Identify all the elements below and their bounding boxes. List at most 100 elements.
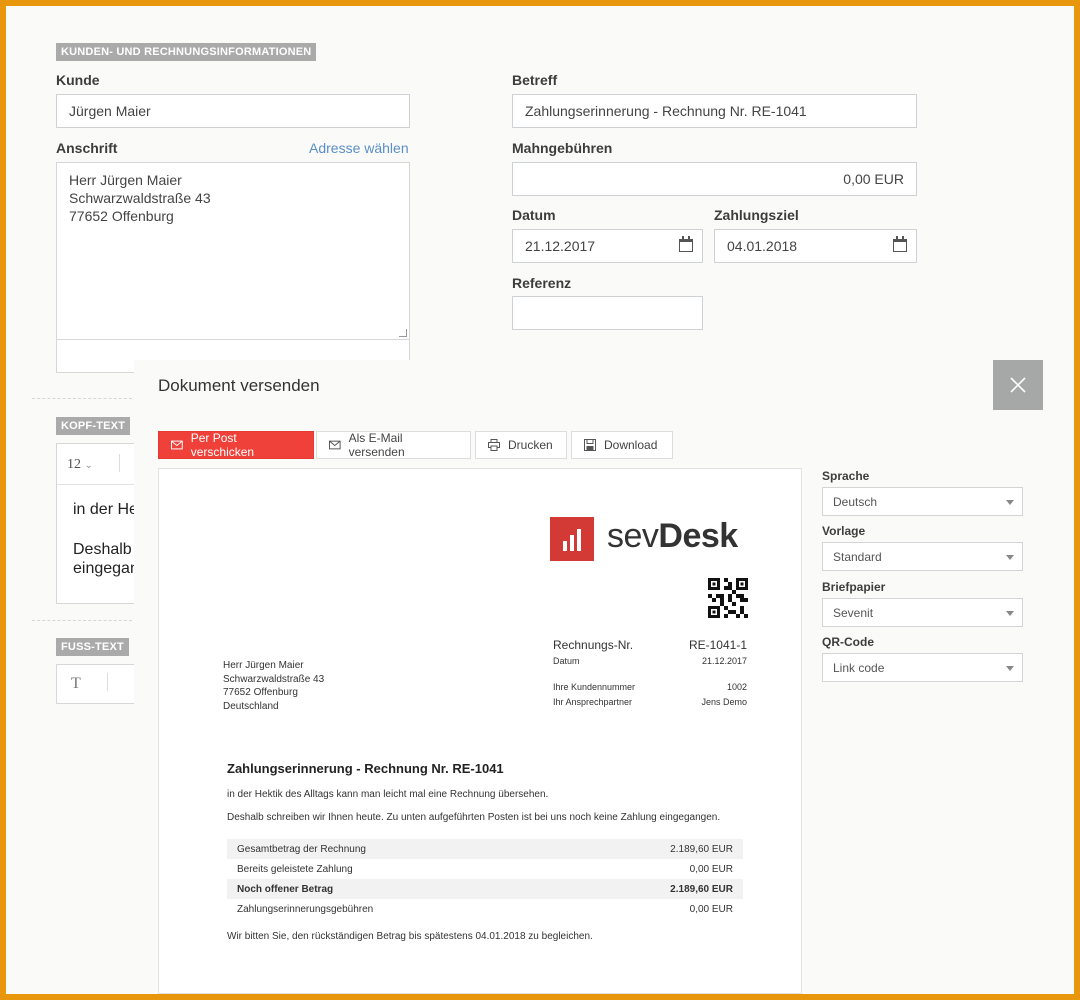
document-closing: Wir bitten Sie, den rückständigen Betrag…: [227, 931, 593, 942]
text-format-icon[interactable]: T: [71, 675, 81, 693]
close-button[interactable]: [993, 360, 1043, 410]
vorlage-value: Standard: [833, 549, 882, 564]
row-label: Gesamtbetrag der Rechnung: [237, 843, 366, 855]
document-paragraph: in der Hektik des Alltags kann man leich…: [227, 789, 549, 800]
chevron-down-icon: ⌄: [84, 460, 93, 471]
row-label: Zahlungserinnerungsgebühren: [237, 903, 374, 915]
kopf-text-tag: KOPF-TEXT: [56, 417, 131, 435]
kopf-text-editor[interactable]: 12 ⌄ in der He Deshalb eingegan: [56, 443, 136, 604]
sprache-select[interactable]: Deutsch: [822, 487, 1023, 516]
section-title-customer: KUNDEN- UND RECHNUNGSINFORMATIONEN: [56, 43, 317, 61]
kopf-text-line: Deshalb: [73, 541, 132, 558]
brand-desk: Desk: [658, 517, 738, 555]
invoice-table: Gesamtbetrag der Rechnung 2.189,60 EUR Be…: [227, 839, 743, 919]
row-value: 0,00 EUR: [689, 903, 733, 915]
recipient-address: Herr Jürgen Maier Schwarzwaldstraße 43 7…: [223, 659, 324, 713]
zahlungsziel-label: Zahlungsziel: [714, 207, 799, 223]
kundennr-value: 1002: [726, 682, 747, 692]
qr-code-value: Link code: [833, 660, 885, 675]
datum-label: Datum: [553, 656, 580, 666]
document-heading: Zahlungserinnerung - Rechnung Nr. RE-104…: [227, 761, 504, 776]
row-label: Noch offener Betrag: [237, 883, 334, 895]
per-post-button[interactable]: Per Post verschicken: [158, 431, 314, 459]
vorlage-select[interactable]: Standard: [822, 542, 1023, 571]
sprache-value: Deutsch: [833, 494, 878, 509]
table-row: Bereits geleistete Zahlung 0,00 EUR: [227, 859, 743, 879]
anschrift-line: Schwarzwaldstraße 43: [69, 190, 211, 206]
sevdesk-logo-icon: [550, 517, 594, 561]
table-row: Zahlungserinnerungsgebühren 0,00 EUR: [227, 899, 743, 919]
row-value: 2.189,60 EUR: [670, 883, 733, 895]
row-value: 0,00 EUR: [689, 863, 733, 875]
download-button[interactable]: Download: [571, 431, 673, 459]
datum-value: 21.12.2017: [525, 238, 596, 254]
app-frame: KUNDEN- UND RECHNUNGSINFORMATIONEN Kunde…: [6, 6, 1074, 994]
mahngebuehren-input[interactable]: 0,00 EUR: [512, 162, 917, 196]
envelope-icon: [329, 440, 341, 450]
row-value: 2.189,60 EUR: [670, 843, 733, 855]
document-paragraph: Deshalb schreiben wir Ihnen heute. Zu un…: [227, 812, 721, 823]
briefpapier-value: Sevenit: [833, 605, 874, 620]
address-line: Herr Jürgen Maier: [223, 660, 304, 671]
email-label: Als E-Mail versenden: [348, 431, 405, 459]
rechnungsnr-label: Rechnungs-Nr.: [553, 638, 634, 652]
anschrift-label: Anschrift: [56, 140, 118, 156]
save-disk-icon: [584, 439, 596, 451]
zahlungsziel-value: 04.01.2018: [727, 238, 798, 254]
kunde-input[interactable]: Jürgen Maier: [56, 94, 410, 128]
briefpapier-label: Briefpapier: [822, 580, 886, 594]
datum-value: 21.12.2017: [701, 656, 747, 666]
datum-label: Datum: [512, 207, 556, 223]
vorlage-label: Vorlage: [822, 524, 866, 538]
brand-sev: sev: [607, 517, 659, 555]
fuss-text-editor[interactable]: T: [56, 664, 136, 704]
document-preview: sevDesk Rechnungs-Nr. RE-1041-1 Datum 21…: [158, 468, 802, 994]
per-post-label: Per Post verschicken: [190, 431, 255, 459]
table-row: Noch offener Betrag 2.189,60 EUR: [227, 879, 743, 899]
adresse-waehlen-link[interactable]: Adresse wählen: [309, 140, 409, 156]
zahlungsziel-input[interactable]: 04.01.2018: [714, 229, 917, 263]
divider: [32, 620, 132, 621]
anschrift-line: 77652 Offenburg: [69, 208, 174, 224]
divider: [57, 484, 135, 485]
row-label: Bereits geleistete Zahlung: [237, 863, 353, 875]
ansprech-label: Ihr Ansprechpartner: [553, 697, 633, 707]
briefpapier-select[interactable]: Sevenit: [822, 598, 1023, 627]
qr-code-label: QR-Code: [822, 635, 874, 649]
kopf-text-line: eingegan: [73, 560, 136, 577]
kundennr-label: Ihre Kundennummer: [553, 682, 636, 692]
calendar-icon[interactable]: [679, 236, 693, 252]
datum-input[interactable]: 21.12.2017: [512, 229, 703, 263]
address-line: Deutschland: [223, 700, 279, 712]
download-label: Download: [604, 438, 658, 452]
calendar-icon[interactable]: [893, 236, 907, 252]
sevdesk-wordmark: sevDesk: [607, 517, 738, 556]
qr-code-select[interactable]: Link code: [822, 653, 1023, 682]
chevron-down-icon: [1006, 666, 1014, 671]
ansprech-value: Jens Demo: [701, 697, 747, 707]
betreff-label: Betreff: [512, 72, 558, 88]
referenz-label: Referenz: [512, 275, 572, 291]
sprache-label: Sprache: [822, 469, 870, 483]
fuss-text-tag: FUSS-TEXT: [56, 638, 129, 656]
print-button[interactable]: Drucken: [475, 431, 567, 459]
kopf-text-line: in der He: [73, 501, 136, 518]
toolbar-divider: [119, 454, 120, 472]
email-button[interactable]: Als E-Mail versenden: [316, 431, 471, 459]
betreff-input[interactable]: Zahlungserinnerung - Rechnung Nr. RE-104…: [512, 94, 917, 128]
chevron-down-icon: [1006, 555, 1014, 560]
mahngebuehren-label: Mahngebühren: [512, 140, 613, 156]
anschrift-textarea[interactable]: Herr Jürgen Maier Schwarzwaldstraße 43 7…: [56, 162, 410, 340]
resize-handle-icon[interactable]: [399, 329, 407, 337]
font-size-select[interactable]: 12 ⌄: [67, 457, 93, 473]
table-row: Gesamtbetrag der Rechnung 2.189,60 EUR: [227, 839, 743, 859]
qr-code-icon: [708, 578, 748, 618]
address-line: 77652 Offenburg: [223, 687, 298, 698]
rechnungsnr-value: RE-1041-1: [688, 638, 747, 652]
font-size-value: 12: [67, 457, 81, 472]
close-icon: [1010, 377, 1026, 393]
kunde-label: Kunde: [56, 72, 100, 88]
printer-icon: [488, 439, 500, 451]
referenz-input[interactable]: [512, 296, 703, 330]
print-label: Drucken: [508, 438, 553, 452]
